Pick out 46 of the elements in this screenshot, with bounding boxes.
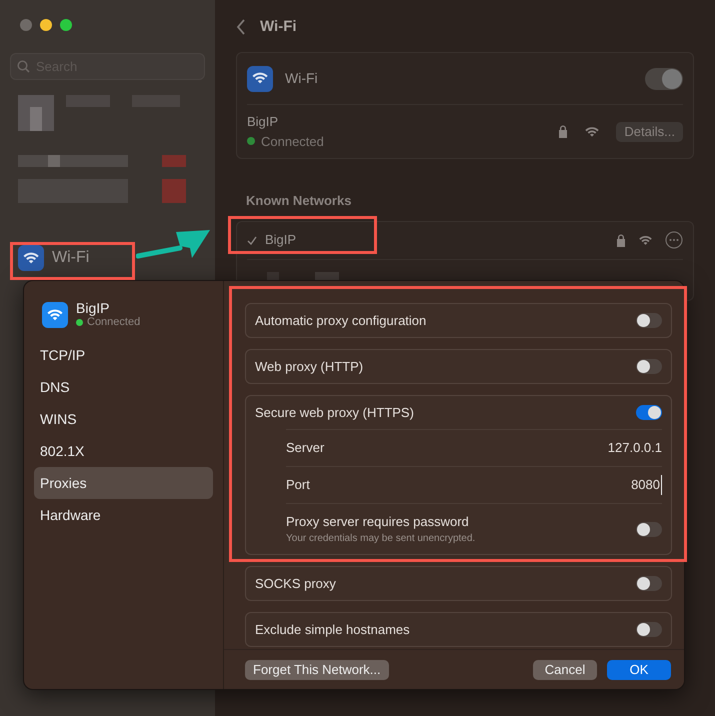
zoom-button[interactable] <box>60 19 72 31</box>
nav-item[interactable]: DNS <box>34 371 213 403</box>
toggle-switch[interactable] <box>636 405 662 420</box>
nav-item[interactable]: 802.1X <box>34 435 213 467</box>
minimize-button[interactable] <box>40 19 52 31</box>
toggle-switch[interactable] <box>636 359 662 374</box>
nav-item[interactable]: TCP/IP <box>34 339 213 371</box>
network-name[interactable]: BigIP <box>265 230 616 250</box>
more-icon[interactable] <box>665 231 683 249</box>
sidebar-item[interactable]: Wi-Fi <box>10 240 98 276</box>
toggle-switch[interactable] <box>645 68 683 90</box>
wifi-app-icon <box>247 66 273 92</box>
field-value[interactable]: 127.0.0.1 <box>608 438 662 458</box>
search-icon <box>17 60 30 73</box>
toggle-switch[interactable] <box>636 522 662 536</box>
cancel-button[interactable]: Cancel <box>533 660 597 680</box>
forget-network-button[interactable]: Forget This Network... <box>245 660 389 680</box>
field-label: Port <box>286 476 311 494</box>
nav-item[interactable]: Proxies <box>34 467 213 499</box>
nav-item[interactable]: WINS <box>34 403 213 435</box>
warning-note: Your credentials may be sent unencrypted. <box>286 532 476 546</box>
password-label: Proxy server requires password <box>286 512 470 531</box>
network-name: BigIP <box>247 113 280 131</box>
page-title: Wi-Fi <box>260 16 297 37</box>
ok-button[interactable]: OK <box>607 660 671 680</box>
network-name: BigIP <box>76 301 110 315</box>
lock-icon <box>558 125 568 138</box>
toggle-switch[interactable] <box>636 313 662 328</box>
back-icon[interactable] <box>236 19 246 35</box>
proxy-label: SOCKS proxy <box>255 574 337 593</box>
status-text: Connected <box>87 316 140 329</box>
wifi-app-icon <box>42 302 68 328</box>
wifi-label: Wi-Fi <box>285 69 319 88</box>
proxy-label: Automatic proxy configuration <box>255 312 428 330</box>
field-value[interactable]: 8080 <box>631 475 662 495</box>
proxy-label: Web proxy (HTTP) <box>255 358 364 376</box>
status-text: Connected <box>261 132 324 150</box>
section-heading: Known Networks <box>246 192 352 210</box>
proxy-label: Secure web proxy (HTTPS) <box>255 404 415 422</box>
nav-item[interactable]: Hardware <box>34 499 213 531</box>
lock-icon <box>616 234 626 246</box>
toggle-switch[interactable] <box>636 576 662 591</box>
wifi-app-icon <box>18 245 44 271</box>
field-label: Server <box>286 439 326 458</box>
toggle-switch[interactable] <box>636 622 662 637</box>
proxy-label: Exclude simple hostnames <box>255 620 411 639</box>
